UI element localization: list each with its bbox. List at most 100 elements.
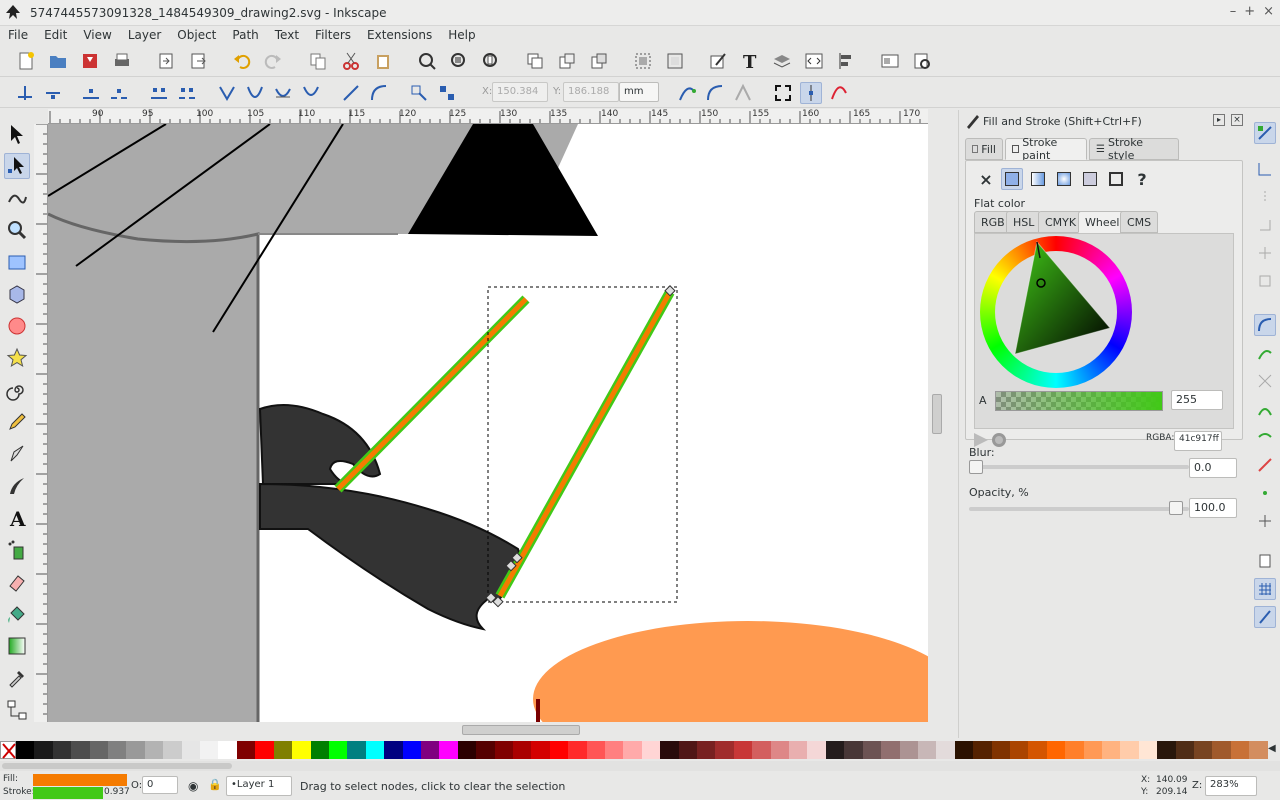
panel-collapse-icon[interactable]: ▸ xyxy=(1213,114,1225,126)
object-to-path-icon[interactable] xyxy=(408,82,430,104)
color-swatch[interactable] xyxy=(163,741,182,759)
color-swatch[interactable] xyxy=(862,741,882,759)
node-tool-icon[interactable] xyxy=(4,153,30,179)
color-swatch[interactable] xyxy=(623,741,642,759)
color-swatch[interactable] xyxy=(512,741,532,759)
color-swatch[interactable] xyxy=(678,741,698,759)
y-coordinate-field[interactable]: 186.188 xyxy=(563,82,619,102)
ellipse-tool-icon[interactable] xyxy=(4,313,30,339)
stroke-indicator[interactable] xyxy=(33,787,103,799)
tweak-tool-icon[interactable] xyxy=(4,185,30,211)
import-icon[interactable] xyxy=(155,50,177,72)
color-swatch[interactable] xyxy=(181,741,201,759)
color-swatch[interactable] xyxy=(457,741,477,759)
color-swatch[interactable] xyxy=(1249,741,1268,759)
print-icon[interactable] xyxy=(111,50,133,72)
zoom-page-icon[interactable] xyxy=(480,50,502,72)
zoom-drawing-icon[interactable] xyxy=(448,50,470,72)
open-icon[interactable] xyxy=(47,50,69,72)
color-swatch[interactable] xyxy=(236,741,256,759)
alpha-slider[interactable] xyxy=(995,391,1163,411)
segment-curve-icon[interactable] xyxy=(368,82,390,104)
color-swatch[interactable] xyxy=(954,741,974,759)
color-swatch[interactable] xyxy=(200,741,219,759)
color-swatch[interactable] xyxy=(991,741,1010,759)
color-swatch[interactable] xyxy=(936,741,955,759)
color-swatch[interactable] xyxy=(384,741,403,759)
clip-path-icon[interactable] xyxy=(704,82,726,104)
text-font-icon[interactable]: T xyxy=(739,50,761,72)
color-swatch[interactable] xyxy=(1046,741,1066,759)
snap-guides-icon[interactable] xyxy=(1254,606,1276,628)
node-auto-smooth-icon[interactable] xyxy=(300,82,322,104)
connector-tool-icon[interactable] xyxy=(4,697,30,723)
color-swatch[interactable] xyxy=(641,741,661,759)
color-swatch[interactable] xyxy=(402,741,421,759)
opacity-field[interactable]: 100.0 xyxy=(1189,498,1237,518)
x-coordinate-field[interactable]: 150.384 xyxy=(492,82,548,102)
save-icon[interactable] xyxy=(79,50,101,72)
calligraphy-tool-icon[interactable] xyxy=(4,473,30,499)
color-swatch[interactable] xyxy=(1230,741,1250,759)
panel-close-icon[interactable]: × xyxy=(1231,114,1243,126)
color-managed-icon[interactable] xyxy=(974,433,988,447)
color-swatch[interactable] xyxy=(255,741,274,759)
clone-icon[interactable] xyxy=(556,50,578,72)
alpha-field[interactable]: 255 xyxy=(1171,390,1223,410)
pen-tool-icon[interactable] xyxy=(4,441,30,467)
color-swatch[interactable] xyxy=(697,741,716,759)
palette-menu-icon[interactable]: ◀ xyxy=(1268,740,1280,760)
color-swatch[interactable] xyxy=(144,741,164,759)
color-swatch[interactable] xyxy=(1083,741,1102,759)
color-swatch[interactable] xyxy=(1194,741,1213,759)
palette-scroll-thumb[interactable] xyxy=(2,763,232,769)
join-endnodes-icon[interactable] xyxy=(148,82,170,104)
color-swatch[interactable] xyxy=(1138,741,1158,759)
star-tool-icon[interactable] xyxy=(4,345,30,371)
opacity-spin[interactable]: 0 xyxy=(142,776,178,794)
color-swatch[interactable] xyxy=(126,741,145,759)
close-window-button[interactable]: × xyxy=(1263,4,1274,19)
color-swatch[interactable] xyxy=(752,741,771,759)
menu-layer[interactable]: Layer xyxy=(120,28,169,42)
join-nodes-icon[interactable] xyxy=(80,82,102,104)
redo-icon[interactable] xyxy=(262,50,284,72)
eraser-tool-icon[interactable] xyxy=(4,569,30,595)
snap-grids-icon[interactable] xyxy=(1254,578,1276,600)
menu-view[interactable]: View xyxy=(75,28,119,42)
zoom-tool-icon[interactable] xyxy=(4,217,30,243)
snap-rotation-center-icon[interactable] xyxy=(1254,510,1276,532)
snap-object-centers-icon[interactable] xyxy=(1254,482,1276,504)
xml-editor-icon[interactable] xyxy=(803,50,825,72)
linear-gradient-icon[interactable] xyxy=(1027,168,1049,190)
color-swatch[interactable] xyxy=(420,741,440,759)
color-swatch[interactable] xyxy=(844,741,863,759)
out-of-gamut-icon[interactable] xyxy=(992,433,1006,447)
snap-page-border-icon[interactable] xyxy=(1254,550,1276,572)
tab-hsl[interactable]: HSL xyxy=(1006,211,1042,233)
menu-filters[interactable]: Filters xyxy=(307,28,359,42)
3d-box-tool-icon[interactable] xyxy=(4,281,30,307)
segment-line-icon[interactable] xyxy=(340,82,362,104)
color-swatch[interactable] xyxy=(310,741,329,759)
stroke-to-path-icon[interactable] xyxy=(436,82,458,104)
drawing[interactable] xyxy=(48,124,928,722)
delete-segment-icon[interactable] xyxy=(176,82,198,104)
minimize-button[interactable]: – xyxy=(1230,4,1237,19)
delete-node-icon[interactable] xyxy=(42,82,64,104)
new-document-icon[interactable] xyxy=(15,50,37,72)
snap-paths-icon[interactable] xyxy=(1254,342,1276,364)
menu-help[interactable]: Help xyxy=(440,28,483,42)
node-smooth-icon[interactable] xyxy=(244,82,266,104)
path-effect-icon[interactable] xyxy=(676,82,698,104)
color-swatch[interactable] xyxy=(770,741,790,759)
document-properties-icon[interactable] xyxy=(879,50,901,72)
duplicate-icon[interactable] xyxy=(524,50,546,72)
color-swatch[interactable] xyxy=(1028,741,1047,759)
color-swatch[interactable] xyxy=(16,741,35,759)
dropper-tool-icon[interactable] xyxy=(4,665,30,691)
snap-bbox-midpoint-icon[interactable] xyxy=(1254,242,1276,264)
break-path-icon[interactable] xyxy=(108,82,130,104)
color-swatch[interactable] xyxy=(1120,741,1139,759)
pencil-tool-icon[interactable] xyxy=(4,409,30,435)
